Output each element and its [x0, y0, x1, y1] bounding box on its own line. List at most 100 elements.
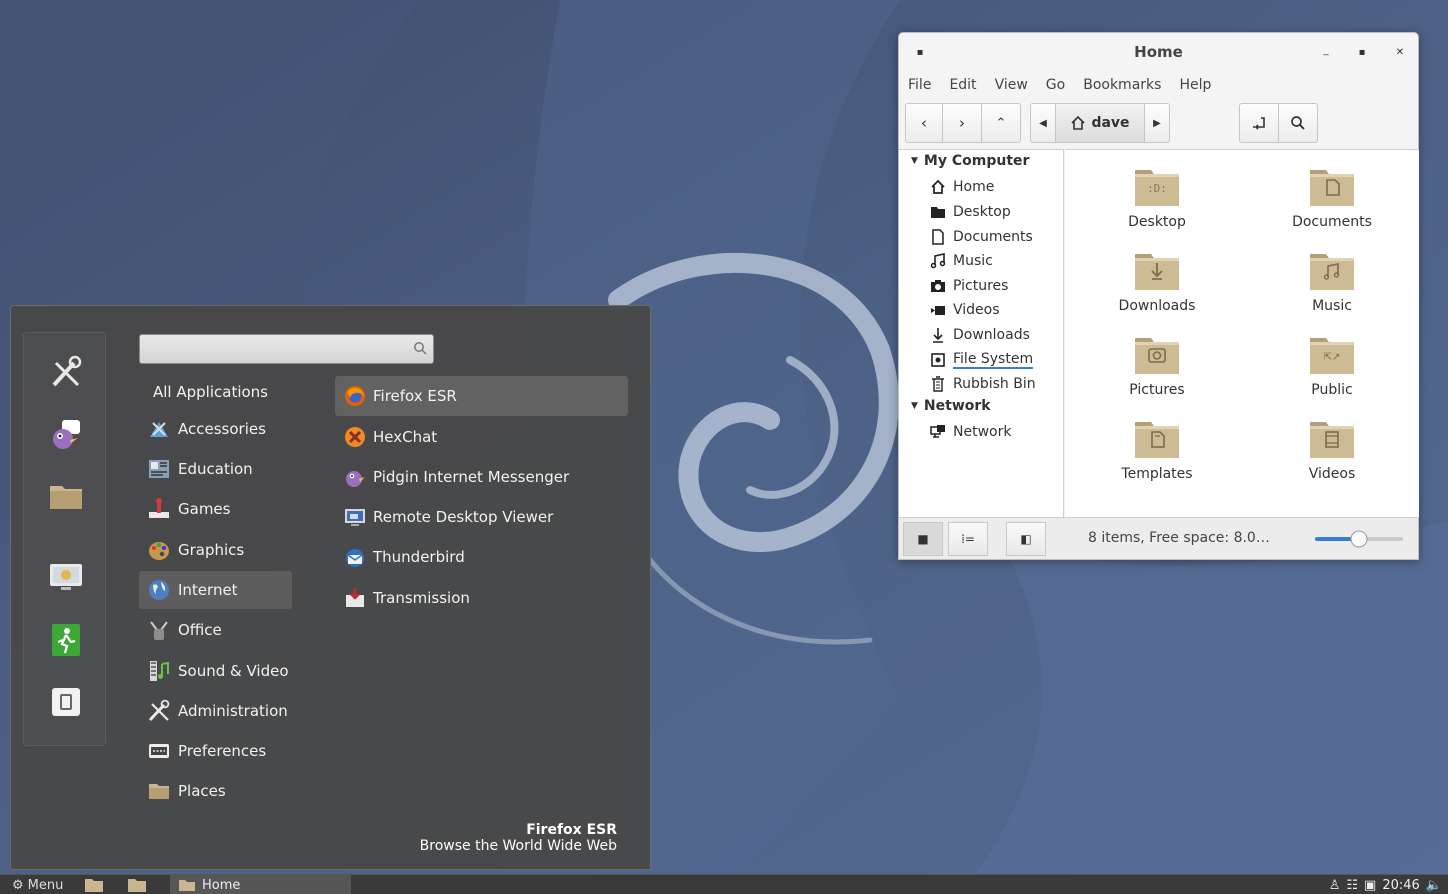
menu-bookmarks[interactable]: Bookmarks: [1074, 73, 1170, 97]
clock[interactable]: 20:46: [1382, 878, 1419, 893]
sidebar-item-documents[interactable]: Documents: [929, 226, 1033, 248]
category-games[interactable]: Games: [139, 490, 292, 528]
zoom-slider-handle[interactable]: [1350, 530, 1368, 548]
favorite-files[interactable]: [43, 473, 89, 519]
app-pidgin[interactable]: Pidgin Internet Messenger: [335, 457, 628, 497]
internet-globe-icon: [147, 578, 171, 602]
category-office[interactable]: Office: [139, 611, 292, 649]
taskbar-item-label: Home: [202, 877, 241, 893]
menu-applet[interactable]: ⚙ Menu: [12, 875, 63, 894]
sidebar-item-music[interactable]: Music: [929, 250, 993, 272]
folder-item-templates[interactable]: Templates: [1087, 414, 1227, 498]
sidebar-item-file-system[interactable]: File System: [929, 349, 1034, 371]
tree-view-icon: ⁞=: [961, 532, 975, 546]
category-accessories[interactable]: Accessories: [139, 410, 292, 448]
show-tree-button[interactable]: ⁞=: [948, 522, 988, 556]
category-label: Office: [178, 621, 222, 639]
minimize-button[interactable]: _: [1319, 43, 1333, 57]
svg-text::D:: :D:: [1147, 182, 1167, 195]
volume-icon[interactable]: 🔈: [1426, 878, 1442, 893]
app-firefox-esr[interactable]: Firefox ESR: [335, 376, 628, 416]
maximize-button[interactable]: ▪: [1355, 45, 1369, 59]
menu-edit[interactable]: Edit: [940, 73, 985, 97]
administration-icon: [147, 699, 171, 723]
category-places[interactable]: Places: [139, 772, 292, 810]
sidebar-item-label: File System: [953, 351, 1034, 369]
folder-item-pictures[interactable]: Pictures: [1087, 330, 1227, 414]
sidebar-section-network[interactable]: ▼ Network: [911, 398, 991, 414]
sidebar-item-rubbish-bin[interactable]: Rubbish Bin: [929, 373, 1036, 395]
category-education[interactable]: Education: [139, 450, 292, 488]
category-label: Education: [178, 460, 253, 478]
launcher-home-folder[interactable]: [127, 875, 147, 894]
menu-help[interactable]: Help: [1170, 73, 1220, 97]
folder-item-videos[interactable]: Videos: [1262, 414, 1402, 498]
menu-go[interactable]: Go: [1037, 73, 1074, 97]
category-internet[interactable]: Internet: [139, 571, 292, 609]
forward-button[interactable]: ›: [942, 103, 982, 143]
sidebar-section-my-computer[interactable]: ▼ My Computer: [911, 153, 1029, 169]
sidebar-item-network[interactable]: Network: [929, 421, 1011, 443]
system-tray: ♙ ☷ ▣ 20:46 🔈: [1329, 875, 1442, 894]
menu-view[interactable]: View: [986, 73, 1037, 97]
battery-icon[interactable]: ▣: [1364, 878, 1376, 893]
launcher-files[interactable]: [84, 875, 104, 894]
menubar: File Edit View Go Bookmarks Help: [899, 73, 1220, 97]
app-hexchat[interactable]: HexChat: [335, 417, 628, 457]
category-all-applications[interactable]: All Applications: [139, 373, 292, 411]
chevron-left-icon: ‹: [921, 114, 927, 132]
taskbar-item-home[interactable]: Home: [170, 875, 351, 894]
desktop: All Applications Accessories Education G…: [0, 0, 1448, 894]
category-label: Administration: [178, 702, 288, 720]
network-tray-icon[interactable]: ☷: [1346, 878, 1358, 893]
favorite-system-settings[interactable]: [43, 350, 89, 396]
user-icon[interactable]: ♙: [1329, 878, 1341, 893]
sidebar-item-pictures[interactable]: Pictures: [929, 275, 1008, 297]
category-graphics[interactable]: Graphics: [139, 531, 292, 569]
zoom-slider[interactable]: [1315, 530, 1403, 548]
path-scroll-left-button[interactable]: ◀: [1030, 103, 1056, 143]
path-button-dave[interactable]: dave: [1055, 103, 1145, 143]
menu-search-box[interactable]: [139, 334, 434, 364]
folder-icon: [128, 879, 146, 892]
sidebar-item-label: Videos: [953, 302, 1000, 318]
app-transmission[interactable]: Transmission: [335, 578, 628, 618]
sidebar-item-label: Documents: [953, 229, 1033, 245]
sound-video-icon: [147, 659, 171, 683]
folder-item-downloads[interactable]: Downloads: [1087, 246, 1227, 330]
up-button[interactable]: ⌃: [981, 103, 1021, 143]
sidebar-item-desktop[interactable]: Desktop: [929, 201, 1011, 223]
close-button[interactable]: ✕: [1393, 45, 1407, 59]
toggle-location-button[interactable]: [1239, 103, 1279, 143]
menu-search-input[interactable]: [146, 339, 401, 359]
hide-sidebar-button[interactable]: ◧: [1006, 522, 1046, 556]
folder-item-documents[interactable]: Documents: [1262, 162, 1402, 246]
search-button[interactable]: [1278, 103, 1318, 143]
sidebar-item-label: Home: [953, 179, 995, 195]
favorite-pidgin[interactable]: [43, 411, 89, 457]
category-administration[interactable]: Administration: [139, 692, 292, 730]
folder-label: Public: [1311, 382, 1353, 398]
folder-item-desktop[interactable]: :D: Desktop: [1087, 162, 1227, 246]
menu-file[interactable]: File: [899, 73, 940, 97]
path-scroll-right-button[interactable]: ▶: [1144, 103, 1170, 143]
sidebar-item-downloads[interactable]: Downloads: [929, 324, 1030, 346]
app-remote-desktop-viewer[interactable]: Remote Desktop Viewer: [335, 497, 628, 537]
favorite-shutdown[interactable]: [43, 679, 89, 725]
show-places-button[interactable]: ■: [903, 522, 943, 556]
sidebar-toggle-icon: ◧: [1020, 532, 1032, 546]
category-preferences[interactable]: Preferences: [139, 732, 292, 770]
folder-downloads-icon: [1135, 254, 1179, 290]
back-button[interactable]: ‹: [905, 103, 943, 143]
category-sound-video[interactable]: Sound & Video: [139, 652, 292, 690]
favorite-logout[interactable]: [43, 617, 89, 663]
app-description: Firefox ESR Browse the World Wide Web: [420, 822, 617, 854]
sidebar-item-videos[interactable]: Videos: [929, 299, 1000, 321]
favorite-screensaver[interactable]: [43, 555, 89, 601]
folder-item-music[interactable]: Music: [1262, 246, 1402, 330]
app-thunderbird[interactable]: Thunderbird: [335, 537, 628, 577]
folder-item-public[interactable]: ⇱↗ Public: [1262, 330, 1402, 414]
sidebar-item-home[interactable]: Home: [929, 176, 994, 198]
folder-icon: [50, 486, 82, 509]
places-folder-icon: [147, 779, 171, 803]
